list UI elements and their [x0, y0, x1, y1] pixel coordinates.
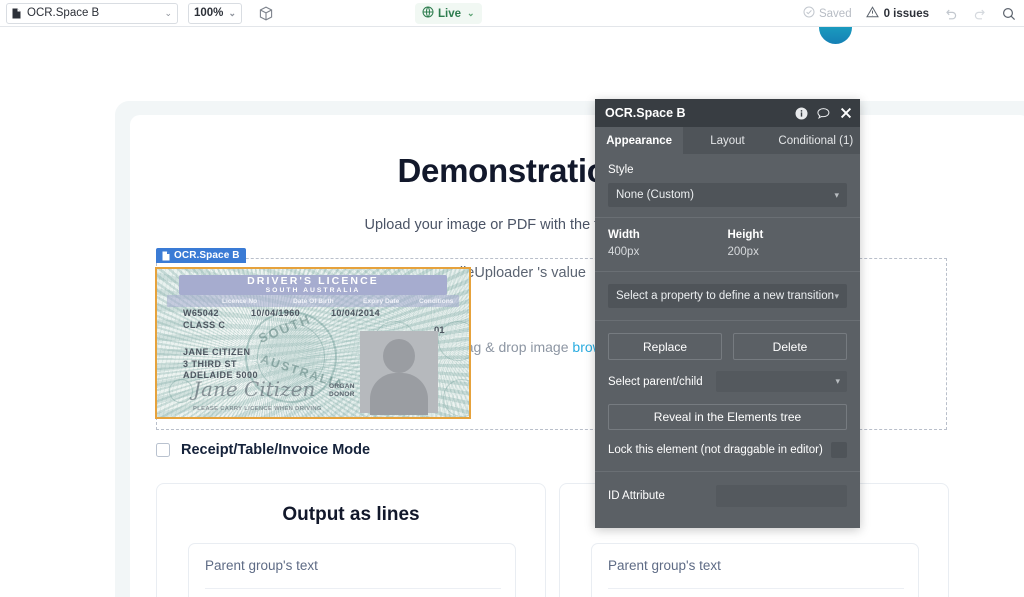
- receipt-mode-label: Receipt/Table/Invoice Mode: [181, 442, 371, 458]
- panel-actions: [795, 99, 852, 127]
- panel-header[interactable]: OCR.Space B: [595, 99, 860, 127]
- check-circle-icon: [803, 6, 815, 21]
- live-mode-button[interactable]: Live ⌄: [415, 3, 482, 24]
- width-field: Width 400px: [608, 229, 728, 258]
- saved-status: Saved: [803, 6, 852, 21]
- transition-select-value: Select a property to define a new transi…: [616, 290, 834, 302]
- selection-outline: [155, 267, 471, 419]
- panel-title: OCR.Space B: [605, 106, 686, 120]
- style-label: Style: [608, 164, 634, 176]
- page-subtitle: Upload your image or PDF with the text b…: [364, 217, 660, 233]
- undo-icon[interactable]: [943, 6, 958, 21]
- parent-child-select[interactable]: ▾: [716, 371, 847, 392]
- lock-element-checkbox[interactable]: [831, 442, 847, 458]
- id-attribute-input[interactable]: [716, 485, 847, 507]
- output-card-inner: Parent group's text Parent group's text: [188, 543, 516, 597]
- page-title: Demonstration: [397, 152, 627, 189]
- receipt-mode-row[interactable]: Receipt/Table/Invoice Mode: [156, 442, 370, 458]
- zoom-value: 100%: [194, 7, 224, 19]
- chevron-down-icon: ⌄: [228, 7, 236, 18]
- height-value[interactable]: 200px: [728, 246, 848, 258]
- style-section: Style None (Custom) ▾: [595, 154, 860, 218]
- close-icon[interactable]: [839, 107, 852, 120]
- tab-appearance[interactable]: Appearance: [595, 127, 684, 154]
- panel-tabs: Appearance Layout Conditional (1): [595, 127, 860, 154]
- decorative-circle: [819, 27, 852, 44]
- parent-child-row: Select parent/child ▾: [595, 360, 860, 404]
- element-actions-row: Replace Delete: [595, 321, 860, 360]
- redo-icon[interactable]: [972, 6, 987, 21]
- delete-button[interactable]: Delete: [733, 333, 847, 360]
- chevron-down-icon: ⌄: [164, 7, 172, 18]
- chevron-down-icon: ▾: [835, 376, 840, 386]
- cube-icon[interactable]: [256, 3, 276, 23]
- dimensions-section: Width 400px Height 200px: [595, 218, 860, 272]
- property-editor-panel: OCR.Space B Appearance Layout Conditiona…: [595, 99, 860, 528]
- tab-conditional[interactable]: Conditional (1): [772, 127, 860, 154]
- toolbar-right-group: Saved 0 issues: [803, 0, 1016, 27]
- transition-section: Select a property to define a new transi…: [595, 272, 860, 321]
- output-row-1: Parent group's text: [608, 558, 721, 573]
- height-field: Height 200px: [728, 229, 848, 258]
- style-select-value: None (Custom): [616, 189, 694, 201]
- live-label: Live: [438, 7, 462, 20]
- lock-element-row: Lock this element (not draggable in edit…: [595, 430, 860, 472]
- parent-child-label: Select parent/child: [608, 375, 703, 388]
- info-icon[interactable]: [795, 107, 808, 120]
- id-attribute-label: ID Attribute: [608, 490, 665, 502]
- id-attribute-row: ID Attribute: [595, 472, 860, 520]
- warning-triangle-icon: [865, 6, 879, 21]
- width-value[interactable]: 400px: [608, 246, 728, 258]
- page-selector-label: OCR.Space B: [27, 7, 100, 19]
- receipt-mode-checkbox[interactable]: [156, 443, 170, 457]
- output-card-lines: Output as lines Parent group's text Pare…: [156, 483, 546, 597]
- page-selector[interactable]: OCR.Space B ⌄: [6, 2, 178, 24]
- chevron-down-icon: ▾: [834, 189, 839, 200]
- app-root: OCR.Space B ⌄ 100% ⌄ Live ⌄ Saved 0 issu…: [0, 0, 1024, 597]
- editor-toolbar: OCR.Space B ⌄ 100% ⌄ Live ⌄ Saved 0 issu…: [0, 0, 1024, 27]
- output-row-1: Parent group's text: [205, 558, 318, 573]
- file-uploader-value-label: FileUploader 's value: [451, 265, 586, 281]
- zoom-selector[interactable]: 100% ⌄: [188, 2, 242, 24]
- file-uploader-hint: Drag & drop image browse: [451, 339, 618, 355]
- document-icon: [12, 8, 21, 19]
- output-row-divider: [205, 588, 501, 589]
- saved-label: Saved: [818, 7, 852, 20]
- reveal-wrapper: Reveal in the Elements tree: [595, 404, 860, 430]
- output-row-divider: [608, 588, 904, 589]
- selection-badge[interactable]: OCR.Space B: [156, 248, 246, 263]
- chevron-down-icon: ▾: [834, 290, 839, 301]
- comment-icon[interactable]: [817, 107, 830, 120]
- selection-badge-label: OCR.Space B: [174, 250, 240, 261]
- lock-element-label: Lock this element (not draggable in edit…: [608, 444, 823, 456]
- issues-label: 0 issues: [883, 7, 929, 20]
- editor-canvas: Demonstration Upload your image or PDF w…: [0, 27, 1024, 597]
- output-card-title: Output as lines: [282, 504, 420, 525]
- width-label: Width: [608, 229, 640, 241]
- reveal-in-elements-tree-button[interactable]: Reveal in the Elements tree: [608, 404, 847, 430]
- transition-select[interactable]: Select a property to define a new transi…: [608, 284, 847, 308]
- document-icon: [162, 251, 170, 261]
- chevron-down-icon: ⌄: [467, 8, 475, 18]
- replace-button[interactable]: Replace: [608, 333, 722, 360]
- tab-layout[interactable]: Layout: [683, 127, 771, 154]
- globe-icon: [422, 6, 434, 21]
- issues-indicator[interactable]: 0 issues: [865, 6, 929, 21]
- output-card-inner: Parent group's text Parent group's text: [591, 543, 919, 597]
- height-label: Height: [727, 229, 764, 241]
- search-icon[interactable]: [1001, 6, 1016, 21]
- style-select[interactable]: None (Custom) ▾: [608, 183, 847, 207]
